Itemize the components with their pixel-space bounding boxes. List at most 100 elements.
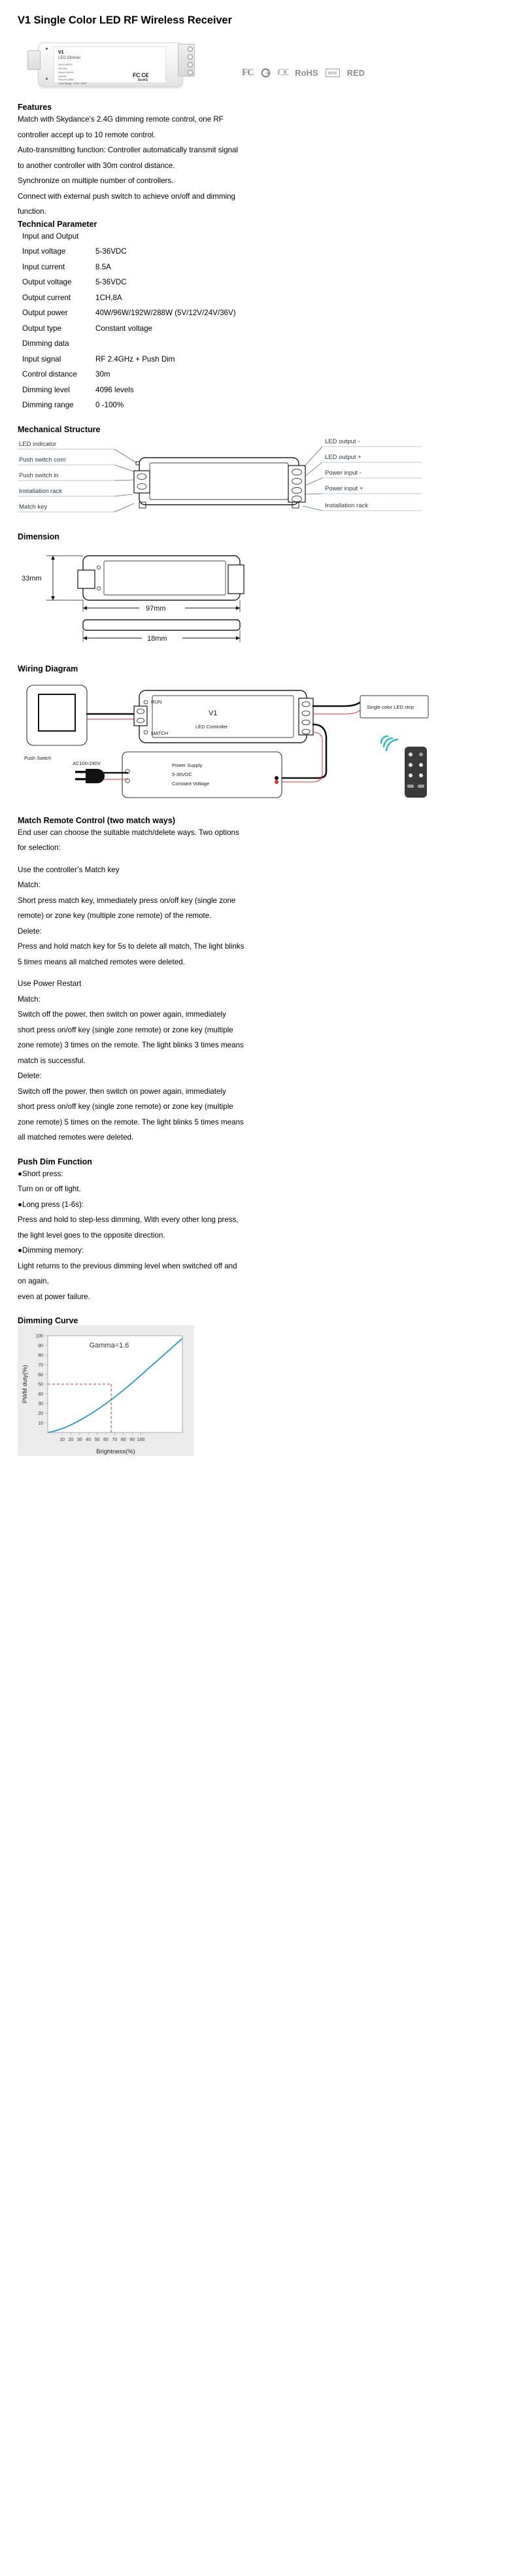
dimension-height-label: 33mm <box>22 575 42 583</box>
match-way2-delete-text: Switch off the power, then switch on pow… <box>18 1087 226 1096</box>
svg-text:60: 60 <box>38 1373 43 1378</box>
match-way2-match-text: match is successful. <box>18 1056 86 1065</box>
svg-text:80: 80 <box>38 1353 43 1358</box>
svg-text:100: 100 <box>35 1334 43 1339</box>
features-line: Match with Skydance’s 2.4G dimming remot… <box>18 115 224 124</box>
match-remote-intro: End user can choose the suitable match/d… <box>18 828 239 837</box>
match-way2-delete-text: short press on/off key (single zone remo… <box>18 1102 233 1111</box>
match-way2-delete-text: zone remote) 5 times on the remote. The … <box>18 1117 244 1127</box>
push-dim-heading: Push Dim Function <box>18 1157 92 1166</box>
wiring-label-ac-input: AC100-240V <box>73 760 101 766</box>
chart-x-axis-label: Brightness(%) <box>96 1448 135 1455</box>
chart-annotation: Gamma=1.6 <box>90 1342 129 1349</box>
wiring-heading: Wiring Diagram <box>18 664 78 673</box>
mechanical-figure: LED indicator Push switch com Push switc… <box>0 434 523 520</box>
terminal-screw <box>188 46 193 52</box>
product-led-dot <box>46 48 48 50</box>
mechanical-label-led-output-pos: LED output + <box>325 454 362 461</box>
product-label-spec-out: Uout=5-36VDC Iout=8A Pout=40-288W Temp R… <box>58 71 87 86</box>
product-label-rohs: RoHS <box>138 78 148 82</box>
push-dim-line: the light level goes to the opposite dir… <box>18 1230 165 1240</box>
spec-key: Control distance <box>22 370 77 379</box>
wiring-controller-model: V1 <box>209 709 217 717</box>
mechanical-label-push-switch-com: Push switch com <box>19 456 65 464</box>
product-label-spec-in: Uin=5-36VDC Iin=8.5A <box>58 63 73 71</box>
datasheet-page: V1 Single Color LED RF Wireless Receiver… <box>0 0 523 1476</box>
spec-row: Output voltage 5-36VDC <box>0 275 523 290</box>
match-way1-match-text: Short press match key, immediately press… <box>18 896 236 905</box>
dimension-depth-label: 18mm <box>147 635 167 643</box>
chart-y-axis-label: PWM duty(%) <box>22 1365 29 1404</box>
spec-uin: Uin=5-36VDC <box>58 63 73 66</box>
mechanical-label-installation-rack-right: Installation rack <box>325 502 368 509</box>
spec-temp: Temp Range: -30℃~+55℃ <box>58 82 87 85</box>
product-label-subtitle: LED Dimmer <box>58 56 81 60</box>
product-label-model: V1 <box>58 50 64 55</box>
push-dim-line: even at power failure. <box>18 1292 90 1301</box>
match-remote-heading: Match Remote Control (two match ways) <box>18 815 175 825</box>
match-way1-delete-text: Press and hold match key for 5s to delet… <box>18 942 245 951</box>
push-dim-line: Press and hold to step-less dimming, Wit… <box>18 1215 239 1224</box>
svg-text:60: 60 <box>103 1438 109 1442</box>
spec-value: 30m <box>95 370 110 379</box>
dimming-curve-chart: 10 20 30 40 50 60 70 80 90 100 10 20 30 40 50 60 70 80 90… <box>0 1325 523 1456</box>
wiring-label-push-switch: Push Switch <box>24 755 51 761</box>
page-title: V1 Single Color LED RF Wireless Receiver <box>18 14 232 26</box>
match-way2-match-text: zone remote) 3 times on the remote. The … <box>18 1041 244 1049</box>
hero-section: V1 LED Dimmer Uin=5-36VDC Iin=8.5A Uout=… <box>0 31 523 103</box>
wiring-label-led-strip: Single color LED strip <box>367 704 414 710</box>
match-way2-delete-label: Delete: <box>18 1072 42 1080</box>
match-way1-match-text: remote) or zone key (multiple zone remot… <box>18 911 212 920</box>
technical-heading: Technical Parameter <box>18 219 97 229</box>
mechanical-label-power-input-pos: Power input + <box>325 485 363 492</box>
push-dim-line: Turn on or off light. <box>18 1185 81 1193</box>
dimming-curve-heading: Dimming Curve <box>18 1316 78 1325</box>
svg-text:80: 80 <box>121 1438 126 1442</box>
spec-row: Control distance 30m <box>0 367 523 382</box>
spec-value: 5-36VDC <box>95 247 127 256</box>
spec-uout: Uout=5-36VDC <box>58 71 75 74</box>
svg-text:40: 40 <box>86 1438 91 1442</box>
mechanical-label-power-input-neg: Power input - <box>325 469 362 477</box>
technical-group-dimming-data: Dimming data <box>22 339 69 348</box>
mechanical-heading: Mechanical Structure <box>18 424 101 434</box>
svg-text:70: 70 <box>38 1363 43 1368</box>
features-line: Connect with external push switch to ach… <box>18 192 235 201</box>
spec-value: 0 -100% <box>95 401 124 409</box>
features-line: Auto-transmitting function: Controller a… <box>18 146 239 154</box>
spec-key: Output voltage <box>22 278 72 286</box>
push-dim-line: ●Short press: <box>18 1169 63 1178</box>
certification-badges: FC C€ RoHS emc RED <box>242 67 365 78</box>
match-way1-match-label: Match: <box>18 881 41 889</box>
spec-iout: Iout=8A <box>58 75 67 78</box>
spec-key: Dimming range <box>22 401 74 409</box>
spec-row: Input current 8.5A <box>0 260 523 275</box>
push-dim-line: on again, <box>18 1277 49 1285</box>
mechanical-label-led-indicator: LED indicator <box>19 441 56 448</box>
terminal-screw <box>188 62 193 67</box>
spec-key: Dimming level <box>22 385 70 394</box>
svg-text:70: 70 <box>112 1438 118 1442</box>
svg-text:20: 20 <box>69 1438 74 1442</box>
match-way1-delete-label: Delete: <box>18 926 42 936</box>
svg-text:30: 30 <box>38 1402 43 1406</box>
spec-key: Input current <box>22 262 65 271</box>
spec-value: 4096 levels <box>95 385 134 394</box>
mechanical-label-installation-rack-left: Installation rack <box>19 488 62 495</box>
spec-pout: Pout=40-288W <box>58 78 75 82</box>
ce-mark-small: C€ <box>141 72 148 78</box>
spec-value: 5-36VDC <box>95 278 127 286</box>
features-line: Synchronize on multiple number of contro… <box>18 177 174 185</box>
red-icon: RED <box>346 68 365 78</box>
terminal-screw <box>188 70 193 75</box>
spec-row: Input signal RF 2.4GHz + Push Dim <box>0 352 523 367</box>
product-match-dot <box>46 78 48 80</box>
spec-value: 1CH,8A <box>95 293 122 302</box>
svg-text:40: 40 <box>38 1392 43 1397</box>
product-label-cert-marks: FC C€ <box>133 72 148 78</box>
match-way2-match-text: short press on/off key (single zone remo… <box>18 1025 233 1034</box>
mechanical-label-push-switch-in: Push switch in <box>19 472 59 479</box>
wiring-match-key-label: MATCH <box>151 730 168 736</box>
spec-iin: Iin=8.5A <box>58 67 67 70</box>
dimension-heading: Dimension <box>18 532 59 541</box>
